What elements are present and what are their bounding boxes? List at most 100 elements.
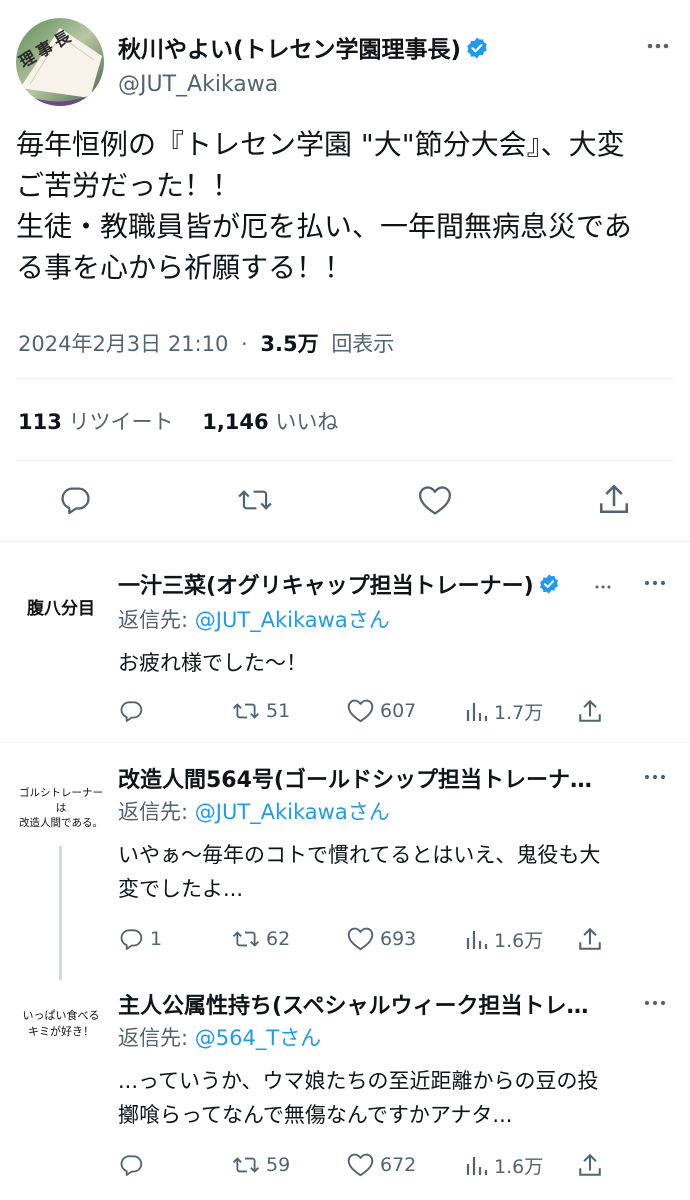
more-icon[interactable] xyxy=(594,574,612,596)
reply-text: ...っていうか、ウマ娘たちの至近距離からの豆の投 擲喰らってなんで無傷なんです… xyxy=(118,1064,678,1132)
divider xyxy=(16,460,674,461)
likes-stat[interactable]: 1,146 いいね xyxy=(202,410,338,434)
heart-icon xyxy=(347,699,374,723)
share-button[interactable] xyxy=(578,1152,608,1178)
reply-button[interactable] xyxy=(118,698,150,724)
like-count: 672 xyxy=(380,1153,417,1176)
reply-text-line: 変でしたよ... xyxy=(118,877,244,901)
share-icon xyxy=(579,699,601,722)
reply-author-name[interactable]: 一汁三菜(オグリキャップ担当トレーナー) xyxy=(118,568,618,601)
views-button[interactable]: 1.7万 xyxy=(464,698,543,725)
share-button[interactable] xyxy=(578,926,608,952)
more-icon[interactable] xyxy=(644,32,672,66)
heart-icon xyxy=(347,927,374,951)
retweets-label: リツイート xyxy=(68,410,174,434)
main-author-name-text: 秋川やよい(トレセン学園理事長) xyxy=(118,37,462,63)
retweet-icon xyxy=(232,1157,260,1173)
reply-to-line: 返信先: @JUT_Akikawaさん xyxy=(118,796,390,826)
retweet-count: 51 xyxy=(266,700,291,722)
views-count: 1.6万 xyxy=(494,930,544,952)
like-count: 607 xyxy=(380,699,417,722)
reply-text-line: いやぁ〜毎年のコトで慣れてるとはいえ、鬼役も大 xyxy=(118,843,601,867)
retweet-count: 59 xyxy=(266,1154,291,1176)
retweet-button[interactable]: 59 xyxy=(232,1152,290,1178)
retweets-count: 113 xyxy=(18,410,62,434)
avatar-text-line: 改造人間である。 xyxy=(19,817,103,829)
avatar-text-line: キミが好き！ xyxy=(28,1025,94,1038)
like-button[interactable]: 693 xyxy=(347,926,416,951)
reply-to-link[interactable]: @JUT_Akikawaさん xyxy=(195,800,390,824)
views-icon xyxy=(466,1156,488,1175)
main-text-line: 毎年恒例の『トレセン学園 "大"節分大会』、大変 xyxy=(16,128,625,161)
reply-prefix: 返信先: xyxy=(118,800,195,824)
reply-author-name[interactable]: 改造人間564号(ゴールドシップ担当トレーナ… xyxy=(118,762,628,794)
likes-label: いいね xyxy=(275,410,339,434)
more-icon[interactable] xyxy=(642,764,668,794)
reply-prefix: 返信先: xyxy=(118,1026,195,1050)
more-icon[interactable] xyxy=(642,570,668,600)
views-icon xyxy=(466,702,488,721)
retweets-stat[interactable]: 113 リツイート xyxy=(18,410,174,434)
reply-button[interactable] xyxy=(118,1152,150,1178)
like-button[interactable]: 607 xyxy=(347,698,416,723)
share-icon xyxy=(579,927,601,950)
avatar-text: 腹八分目 xyxy=(27,599,95,619)
divider xyxy=(16,378,674,379)
reply-author-name[interactable]: 主人公属性持ち(スペシャルウィーク担当トレ… xyxy=(118,988,628,1020)
reply-count: 1 xyxy=(150,928,163,950)
retweet-count: 62 xyxy=(266,928,291,950)
share-icon xyxy=(579,1153,601,1176)
timestamp[interactable]: 2024年2月3日 21:10 xyxy=(18,332,228,356)
retweet-button[interactable]: 62 xyxy=(232,926,290,952)
thread-line xyxy=(59,846,62,980)
reply-to-line: 返信先: @JUT_Akikawaさん xyxy=(118,604,390,634)
reply-text-line: ...っていうか、ウマ娘たちの至近距離からの豆の投 xyxy=(118,1069,599,1093)
main-handle[interactable]: @JUT_Akikawa xyxy=(118,72,278,97)
reply-icon xyxy=(120,701,143,722)
likes-count: 1,146 xyxy=(202,410,269,434)
main-text-line: 生徒・教職員皆が厄を払い、一年間無病息災であ xyxy=(16,210,632,243)
retweet-icon xyxy=(232,703,260,719)
share-button[interactable] xyxy=(578,698,608,724)
more-icon[interactable] xyxy=(642,990,668,1020)
tweet-meta: 2024年2月3日 21:10 · 3.5万 回表示 xyxy=(18,328,394,358)
main-text-line: る事を心から祈願する！！ xyxy=(16,251,353,284)
views-button[interactable]: 1.6万 xyxy=(464,926,543,953)
reply-text-line: お疲れ様でした〜！ xyxy=(118,651,307,675)
reply-avatar[interactable]: ゴルシトレーナーは 改造人間である。 xyxy=(16,760,106,850)
main-author-name[interactable]: 秋川やよい(トレセン学園理事長) xyxy=(118,30,489,66)
like-button[interactable]: 672 xyxy=(347,1152,416,1177)
reply-icon[interactable] xyxy=(58,483,92,517)
heart-icon xyxy=(347,1153,374,1177)
meta-separator: · xyxy=(241,332,248,356)
reply-to-link[interactable]: @JUT_Akikawaさん xyxy=(195,608,390,632)
reply-to-link[interactable]: @564_Tさん xyxy=(195,1026,321,1050)
avatar-text: ゴルシトレーナーは 改造人間である。 xyxy=(16,786,106,831)
retweet-icon[interactable] xyxy=(237,483,273,517)
section-divider xyxy=(0,742,690,743)
section-divider xyxy=(0,541,690,542)
reply-actions: 1 62 693 1.6万 xyxy=(118,926,608,956)
reply-actions: 51 607 1.7万 xyxy=(118,698,608,728)
views-button[interactable]: 1.6万 xyxy=(464,1152,543,1179)
verified-badge-icon xyxy=(538,573,560,601)
views-label: 回表示 xyxy=(331,332,395,356)
like-count: 693 xyxy=(380,927,417,950)
heart-icon[interactable] xyxy=(418,484,452,516)
reply-avatar[interactable]: いっぱい食べる キミが好き！ xyxy=(16,986,106,1076)
share-icon[interactable] xyxy=(598,482,630,516)
reply-button[interactable]: 1 xyxy=(118,926,162,952)
main-text-line: ご苦労だった！！ xyxy=(16,169,241,202)
views-count: 1.7万 xyxy=(494,702,544,724)
retweet-button[interactable]: 51 xyxy=(232,698,290,724)
reply-icon xyxy=(120,1155,143,1176)
views-count: 1.6万 xyxy=(494,1156,544,1178)
reply-avatar[interactable]: 腹八分目 xyxy=(16,562,106,652)
avatar-text-line: いっぱい食べる xyxy=(22,1009,100,1022)
verified-badge-icon xyxy=(465,36,489,66)
engagement-stats: 113 リツイート 1,146 いいね xyxy=(18,406,338,436)
views-count: 3.5万 xyxy=(260,332,319,356)
reply-text: いやぁ〜毎年のコトで慣れてるとはいえ、鬼役も大 変でしたよ... xyxy=(118,838,678,906)
reply-text: お疲れ様でした〜！ xyxy=(118,646,678,680)
avatar-text: いっぱい食べる キミが好き！ xyxy=(16,1008,106,1040)
